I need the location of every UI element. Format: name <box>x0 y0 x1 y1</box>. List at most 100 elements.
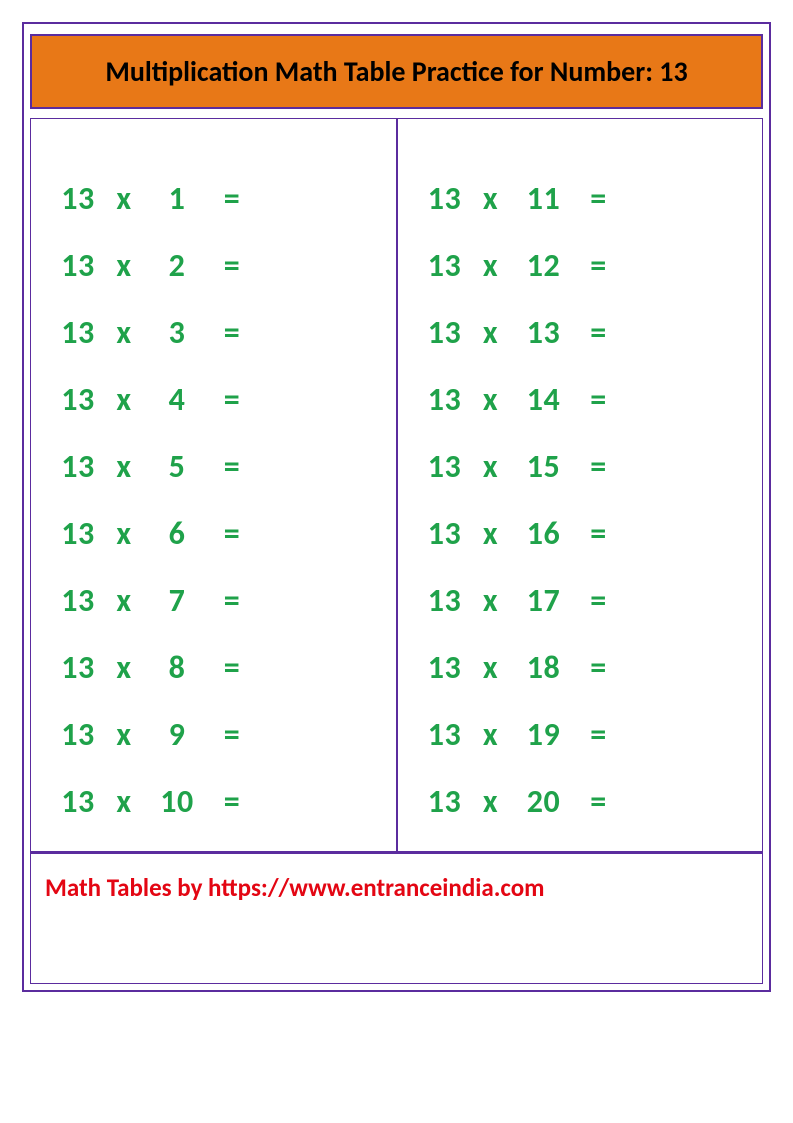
equals-sign: = <box>207 380 257 419</box>
operator: x <box>101 313 147 352</box>
operator: x <box>468 514 514 553</box>
header-band: Multiplication Math Table Practice for N… <box>30 34 763 109</box>
multiplier: 15 <box>514 447 574 486</box>
base-number: 13 <box>55 581 101 620</box>
base-number: 13 <box>55 447 101 486</box>
operator: x <box>468 313 514 352</box>
base-number: 13 <box>55 782 101 821</box>
columns-wrapper: 13 x 1 = 13 x 2 = 13 x 3 = 13 x 4 = <box>30 118 763 852</box>
table-row: 13 x 2 = <box>55 246 376 285</box>
equals-sign: = <box>207 715 257 754</box>
equals-sign: = <box>574 514 624 553</box>
table-row: 13 x 15 = <box>422 447 743 486</box>
operator: x <box>468 447 514 486</box>
operator: x <box>468 179 514 218</box>
table-row: 13 x 8 = <box>55 648 376 687</box>
footer-credit: Math Tables by https://www.entranceindia… <box>30 852 763 984</box>
base-number: 13 <box>422 715 468 754</box>
equals-sign: = <box>574 380 624 419</box>
worksheet-container: Multiplication Math Table Practice for N… <box>22 22 771 992</box>
table-row: 13 x 16 = <box>422 514 743 553</box>
base-number: 13 <box>422 313 468 352</box>
equals-sign: = <box>574 715 624 754</box>
multiplier: 4 <box>147 380 207 419</box>
equals-sign: = <box>574 581 624 620</box>
equals-sign: = <box>574 313 624 352</box>
operator: x <box>101 581 147 620</box>
operator: x <box>468 782 514 821</box>
table-row: 13 x 10 = <box>55 782 376 821</box>
equals-sign: = <box>207 246 257 285</box>
base-number: 13 <box>422 179 468 218</box>
table-row: 13 x 1 = <box>55 179 376 218</box>
operator: x <box>101 447 147 486</box>
base-number: 13 <box>55 313 101 352</box>
operator: x <box>468 380 514 419</box>
equals-sign: = <box>207 179 257 218</box>
base-number: 13 <box>422 380 468 419</box>
equals-sign: = <box>207 313 257 352</box>
multiplier: 18 <box>514 648 574 687</box>
table-row: 13 x 5 = <box>55 447 376 486</box>
equals-sign: = <box>207 782 257 821</box>
multiplier: 12 <box>514 246 574 285</box>
table-row: 13 x 18 = <box>422 648 743 687</box>
base-number: 13 <box>422 514 468 553</box>
table-row: 13 x 9 = <box>55 715 376 754</box>
table-row: 13 x 20 = <box>422 782 743 821</box>
operator: x <box>468 246 514 285</box>
operator: x <box>101 179 147 218</box>
left-column: 13 x 1 = 13 x 2 = 13 x 3 = 13 x 4 = <box>30 118 397 852</box>
table-row: 13 x 17 = <box>422 581 743 620</box>
equals-sign: = <box>574 648 624 687</box>
operator: x <box>101 648 147 687</box>
equals-sign: = <box>207 447 257 486</box>
operator: x <box>468 648 514 687</box>
base-number: 13 <box>55 715 101 754</box>
base-number: 13 <box>422 447 468 486</box>
base-number: 13 <box>422 581 468 620</box>
table-row: 13 x 19 = <box>422 715 743 754</box>
equals-sign: = <box>574 782 624 821</box>
multiplier: 2 <box>147 246 207 285</box>
operator: x <box>468 581 514 620</box>
operator: x <box>101 715 147 754</box>
table-row: 13 x 7 = <box>55 581 376 620</box>
equals-sign: = <box>574 246 624 285</box>
table-row: 13 x 11 = <box>422 179 743 218</box>
table-row: 13 x 14 = <box>422 380 743 419</box>
operator: x <box>101 246 147 285</box>
base-number: 13 <box>55 246 101 285</box>
table-row: 13 x 6 = <box>55 514 376 553</box>
equals-sign: = <box>207 581 257 620</box>
multiplier: 3 <box>147 313 207 352</box>
multiplier: 6 <box>147 514 207 553</box>
table-row: 13 x 12 = <box>422 246 743 285</box>
base-number: 13 <box>55 514 101 553</box>
multiplier: 5 <box>147 447 207 486</box>
multiplier: 8 <box>147 648 207 687</box>
base-number: 13 <box>422 648 468 687</box>
table-row: 13 x 3 = <box>55 313 376 352</box>
base-number: 13 <box>422 782 468 821</box>
operator: x <box>101 782 147 821</box>
base-number: 13 <box>55 648 101 687</box>
multiplier: 14 <box>514 380 574 419</box>
multiplier: 9 <box>147 715 207 754</box>
base-number: 13 <box>422 246 468 285</box>
multiplier: 19 <box>514 715 574 754</box>
multiplier: 10 <box>147 782 207 821</box>
base-number: 13 <box>55 179 101 218</box>
page-title: Multiplication Math Table Practice for N… <box>42 54 751 89</box>
multiplier: 13 <box>514 313 574 352</box>
multiplier: 16 <box>514 514 574 553</box>
equals-sign: = <box>207 648 257 687</box>
equals-sign: = <box>574 447 624 486</box>
multiplier: 1 <box>147 179 207 218</box>
multiplier: 7 <box>147 581 207 620</box>
base-number: 13 <box>55 380 101 419</box>
table-row: 13 x 13 = <box>422 313 743 352</box>
operator: x <box>101 514 147 553</box>
multiplier: 20 <box>514 782 574 821</box>
operator: x <box>101 380 147 419</box>
